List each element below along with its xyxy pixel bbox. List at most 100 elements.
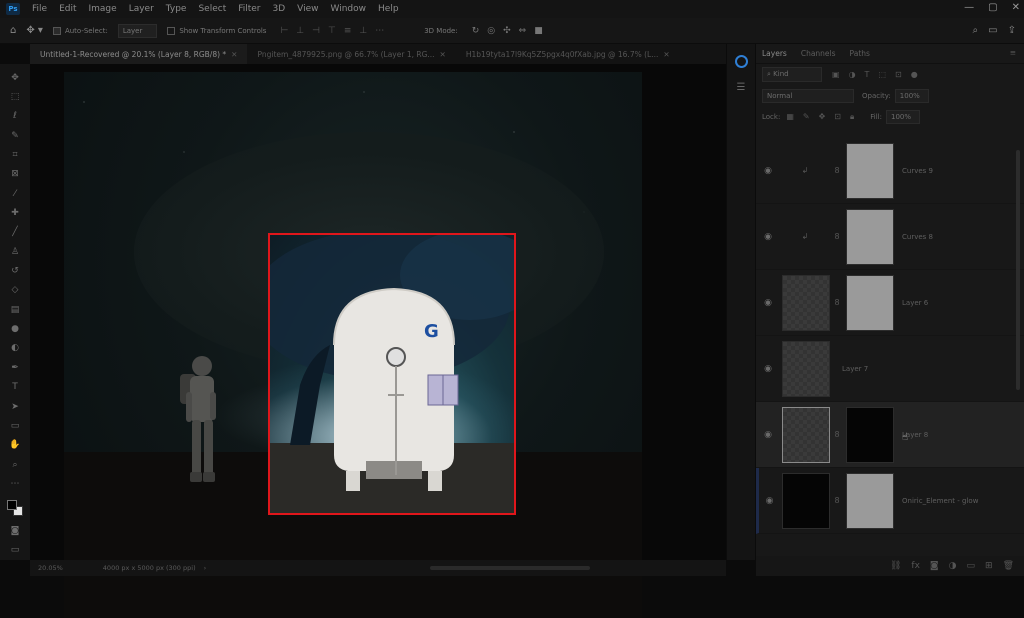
align-top-icon[interactable]: ⊤: [328, 26, 336, 36]
layer-thumbnail[interactable]: [782, 472, 830, 529]
frame-icon[interactable]: ⊠: [7, 165, 23, 184]
properties-panel-button[interactable]: ☰: [732, 78, 750, 96]
layer-name[interactable]: Oniric_Element - glow: [902, 497, 978, 505]
move-tool-icon[interactable]: ✥ ▾: [26, 25, 43, 36]
distribute-icon[interactable]: ⋯: [375, 26, 384, 36]
layer-mask-thumbnail[interactable]: [846, 406, 894, 463]
tab-paths[interactable]: Paths: [850, 49, 870, 58]
layer-curves-9[interactable]: ◉ ↲ 8 Curves 9: [756, 138, 1024, 204]
dodge-icon[interactable]: ◐: [7, 339, 23, 358]
layer-name[interactable]: Curves 8: [902, 233, 933, 241]
add-mask-icon[interactable]: ◙: [930, 561, 939, 571]
layer-thumbnail[interactable]: [782, 340, 830, 397]
filter-adjustment-icon[interactable]: ◑: [849, 70, 856, 79]
transform-controls-checkbox[interactable]: Show Transform Controls: [167, 26, 266, 35]
close-tab-icon[interactable]: ✕: [231, 50, 237, 59]
filter-smart-icon[interactable]: ⊡: [895, 70, 902, 79]
adjustment-layer-icon[interactable]: ◑: [949, 561, 957, 571]
auto-select-checkbox[interactable]: Auto-Select:: [52, 26, 108, 35]
orbit-icon[interactable]: ↻: [472, 26, 480, 36]
quick-select-icon[interactable]: ✎: [7, 126, 23, 145]
share-icon[interactable]: ⇪: [1008, 25, 1016, 36]
align-bottom-icon[interactable]: ⊥: [359, 26, 367, 36]
mask-link-icon[interactable]: 8: [830, 232, 844, 241]
filter-pixel-icon[interactable]: ▣: [832, 70, 840, 79]
layer-8[interactable]: ◉ 8 Layer 8 ☝: [756, 402, 1024, 468]
new-layer-icon[interactable]: ⊞: [985, 561, 993, 571]
minimize-icon[interactable]: —: [964, 2, 974, 13]
link-layers-icon[interactable]: ⛓: [890, 561, 901, 571]
visibility-eye-icon[interactable]: ◉: [756, 298, 780, 308]
tab-document-1[interactable]: Untitled-1-Recovered @ 20.1% (Layer 8, R…: [30, 44, 248, 64]
slide-icon[interactable]: ⇔: [519, 26, 527, 36]
quick-mask-icon[interactable]: ◙: [7, 521, 23, 540]
visibility-eye-icon[interactable]: ◉: [756, 430, 780, 440]
layer-name[interactable]: Layer 7: [842, 365, 868, 373]
menu-3d[interactable]: 3D: [273, 4, 286, 14]
blend-mode-select[interactable]: Normal: [762, 88, 854, 103]
mask-link-icon[interactable]: 8: [830, 166, 844, 175]
pan-3d-icon[interactable]: ✣: [503, 26, 511, 36]
filter-kind-select[interactable]: ⌕ Kind: [762, 67, 822, 82]
layer-thumbnail[interactable]: [782, 406, 830, 463]
layer-mask-thumbnail[interactable]: [846, 472, 894, 529]
menu-filter[interactable]: Filter: [238, 4, 260, 14]
menu-image[interactable]: Image: [89, 4, 117, 14]
selected-layer-bounds[interactable]: G: [268, 233, 516, 515]
visibility-eye-icon[interactable]: ◉: [756, 232, 780, 242]
visibility-eye-icon[interactable]: ◉: [759, 496, 780, 506]
scale-3d-icon[interactable]: ■: [534, 26, 543, 36]
trash-icon[interactable]: 🗑︎: [1003, 561, 1014, 571]
workspace-icon[interactable]: ▭: [988, 25, 997, 36]
stamp-icon[interactable]: ♙: [7, 242, 23, 261]
align-middle-icon[interactable]: ≡: [344, 26, 352, 36]
layer-7[interactable]: ◉ Layer 7: [756, 336, 1024, 402]
layer-mask-thumbnail[interactable]: [846, 142, 894, 199]
menu-select[interactable]: Select: [198, 4, 226, 14]
maximize-icon[interactable]: ▢: [988, 2, 997, 13]
foreground-color-swatch[interactable]: [7, 499, 17, 510]
layer-6[interactable]: ◉ 8 Layer 6: [756, 270, 1024, 336]
layer-name[interactable]: Curves 9: [902, 167, 933, 175]
close-tab-icon[interactable]: ✕: [663, 50, 669, 59]
mask-link-icon[interactable]: 8: [830, 430, 844, 439]
hand-icon[interactable]: ✋: [7, 436, 23, 455]
menu-layer[interactable]: Layer: [129, 4, 154, 14]
lasso-icon[interactable]: ℓ: [7, 107, 23, 126]
shape-icon[interactable]: ▭: [7, 416, 23, 435]
zoom-level[interactable]: 20.05%: [38, 564, 63, 572]
align-left-icon[interactable]: ⊢: [280, 26, 288, 36]
close-tab-icon[interactable]: ✕: [440, 50, 446, 59]
filter-shape-icon[interactable]: ⬚: [878, 70, 886, 79]
type-icon[interactable]: T: [7, 378, 23, 397]
canvas-area[interactable]: G: [30, 64, 750, 618]
home-icon[interactable]: ⌂: [10, 25, 16, 36]
eyedropper-icon[interactable]: ⁄: [7, 184, 23, 203]
roll-icon[interactable]: ◎: [487, 26, 495, 36]
learn-panel-button[interactable]: [732, 52, 750, 70]
filter-toggle-icon[interactable]: ●: [911, 70, 918, 79]
healing-icon[interactable]: ✚: [7, 203, 23, 222]
tab-channels[interactable]: Channels: [801, 49, 836, 58]
menu-edit[interactable]: Edit: [59, 4, 76, 14]
more-icon[interactable]: ⋯: [7, 474, 23, 493]
align-right-icon[interactable]: ⊣: [312, 26, 320, 36]
path-select-icon[interactable]: ➤: [7, 397, 23, 416]
align-center-icon[interactable]: ⊥: [296, 26, 304, 36]
tab-layers[interactable]: Layers: [762, 49, 787, 58]
menu-type[interactable]: Type: [166, 4, 187, 14]
blur-icon[interactable]: ●: [7, 319, 23, 338]
mask-link-icon[interactable]: 8: [830, 496, 844, 505]
close-icon[interactable]: ✕: [1012, 2, 1020, 13]
menu-help[interactable]: Help: [378, 4, 399, 14]
layer-thumbnail[interactable]: [782, 274, 830, 331]
status-menu-icon[interactable]: ›: [204, 564, 207, 572]
visibility-eye-icon[interactable]: ◉: [756, 166, 780, 176]
lock-pixels-icon[interactable]: ✎: [803, 112, 810, 122]
auto-select-dropdown[interactable]: Layer: [117, 23, 158, 38]
search-icon[interactable]: ⌕: [973, 25, 979, 36]
tab-document-3[interactable]: H1b19tyta17l9Kq5Z5pgx4q0fXab.jpg @ 16.7%…: [456, 44, 680, 64]
layer-curves-8[interactable]: ◉ ↲ 8 Curves 8: [756, 204, 1024, 270]
eraser-icon[interactable]: ◇: [7, 281, 23, 300]
panel-menu-icon[interactable]: ≡: [1010, 48, 1016, 57]
